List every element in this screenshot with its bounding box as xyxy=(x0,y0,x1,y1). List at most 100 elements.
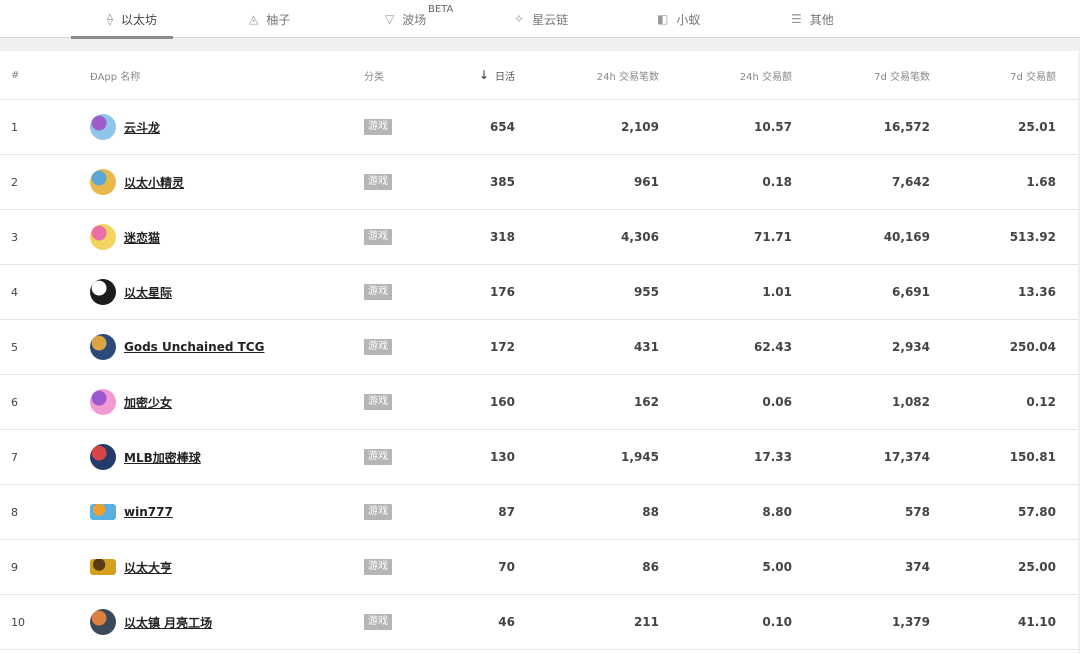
rank-cell: 3 xyxy=(11,230,18,244)
tab-neo[interactable]: ◧ 小蚁 xyxy=(657,0,700,38)
sprite-avatar xyxy=(90,169,116,195)
rank-cell: 8 xyxy=(11,505,18,519)
sort-desc-icon: ↓ xyxy=(478,68,489,82)
vol7-cell: 0.12 xyxy=(1026,395,1056,409)
dau-cell: 385 xyxy=(489,175,515,189)
cat-avatar xyxy=(90,224,116,250)
category-badge[interactable]: 游戏 xyxy=(364,559,392,575)
tx7-cell: 1,379 xyxy=(892,615,930,629)
rank-cell: 7 xyxy=(11,450,18,464)
star-avatar xyxy=(90,279,116,305)
dau-cell: 87 xyxy=(498,505,515,519)
dapp-name-link[interactable]: win777 xyxy=(124,505,173,519)
header-name[interactable]: ÐApp 名称 xyxy=(90,51,140,99)
vol7-cell: 1.68 xyxy=(1026,175,1056,189)
tx24-cell: 955 xyxy=(633,285,659,299)
category-badge[interactable]: 游戏 xyxy=(364,229,392,245)
header-7d-tx[interactable]: 7d 交易笔数 xyxy=(874,51,930,99)
vol24-cell: 1.01 xyxy=(762,285,792,299)
name-cell: 以太星际 xyxy=(90,265,172,319)
category-cell: 游戏 xyxy=(364,210,392,264)
tx7-cell: 2,934 xyxy=(892,340,930,354)
dau-cell: 160 xyxy=(489,395,515,409)
tycoon-logo xyxy=(90,559,116,575)
category-badge[interactable]: 游戏 xyxy=(364,449,392,465)
table-row: 1 云斗龙 游戏 654 2,109 10.57 16,572 25.01 xyxy=(0,100,1078,155)
table-row: 2 以太小精灵 游戏 385 961 0.18 7,642 1.68 xyxy=(0,155,1078,210)
rank-cell: 1 xyxy=(11,120,18,134)
tx24-cell: 86 xyxy=(642,560,659,574)
rank-cell: 5 xyxy=(11,340,18,354)
tx24-cell: 211 xyxy=(633,615,659,629)
menu-icon: ☰ xyxy=(791,12,802,26)
table-row: 7 MLB加密棒球 游戏 130 1,945 17.33 17,374 150.81 xyxy=(0,430,1078,485)
category-badge[interactable]: 游戏 xyxy=(364,339,392,355)
tab-menu[interactable]: ☰ 其他 xyxy=(791,0,834,38)
baseball-avatar xyxy=(90,444,116,470)
vol24-cell: 5.00 xyxy=(762,560,792,574)
dapp-name-link[interactable]: Gods Unchained TCG xyxy=(124,340,264,354)
header-dau[interactable]: ↓ 日活 xyxy=(479,51,515,99)
category-badge[interactable]: 游戏 xyxy=(364,504,392,520)
vol24-cell: 0.18 xyxy=(762,175,792,189)
category-badge[interactable]: 游戏 xyxy=(364,394,392,410)
vol24-cell: 17.33 xyxy=(754,450,792,464)
vol7-cell: 250.04 xyxy=(1009,340,1056,354)
tab-nebulas[interactable]: ✧ 星云链 xyxy=(514,0,568,38)
tab-ethereum[interactable]: ⟠ 以太坊 xyxy=(71,0,173,39)
category-cell: 游戏 xyxy=(364,485,392,539)
dapp-name-link[interactable]: 以太小精灵 xyxy=(124,174,184,191)
dau-cell: 130 xyxy=(489,450,515,464)
dapp-name-link[interactable]: 以太镇 月亮工场 xyxy=(124,614,212,631)
tx24-cell: 961 xyxy=(633,175,659,189)
category-badge[interactable]: 游戏 xyxy=(364,614,392,630)
tx24-cell: 431 xyxy=(633,340,659,354)
dau-cell: 70 xyxy=(498,560,515,574)
dapp-name-link[interactable]: MLB加密棒球 xyxy=(124,449,201,466)
header-category[interactable]: 分类 xyxy=(364,51,384,99)
header-7d-volume[interactable]: 7d 交易额 xyxy=(1010,51,1056,99)
tron-icon: ▽ xyxy=(385,12,395,26)
vol7-cell: 57.80 xyxy=(1018,505,1056,519)
name-cell: 加密少女 xyxy=(90,375,172,429)
tx7-cell: 1,082 xyxy=(892,395,930,409)
category-badge[interactable]: 游戏 xyxy=(364,284,392,300)
name-cell: 以太大亨 xyxy=(90,540,172,594)
dapp-name-link[interactable]: 云斗龙 xyxy=(124,119,160,136)
category-cell: 游戏 xyxy=(364,375,392,429)
dapp-name-link[interactable]: 迷恋猫 xyxy=(124,229,160,246)
tab-eos[interactable]: ◬ 柚子 xyxy=(249,0,290,38)
tx7-cell: 374 xyxy=(904,560,930,574)
header-rank: # xyxy=(11,69,20,81)
category-cell: 游戏 xyxy=(364,265,392,319)
dapp-name-link[interactable]: 以太星际 xyxy=(124,284,172,301)
rank-cell: 6 xyxy=(11,395,18,409)
tx7-cell: 578 xyxy=(904,505,930,519)
tx24-cell: 4,306 xyxy=(621,230,659,244)
neo-icon: ◧ xyxy=(657,12,669,26)
tx24-cell: 1,945 xyxy=(621,450,659,464)
dapp-name-link[interactable]: 加密少女 xyxy=(124,394,172,411)
dapp-name-link[interactable]: 以太大亨 xyxy=(124,559,172,576)
girl-avatar xyxy=(90,389,116,415)
vol24-cell: 8.80 xyxy=(762,505,792,519)
category-badge[interactable]: 游戏 xyxy=(364,174,392,190)
vol7-cell: 41.10 xyxy=(1018,615,1056,629)
tx24-cell: 2,109 xyxy=(621,120,659,134)
header-24h-tx[interactable]: 24h 交易笔数 xyxy=(597,51,659,99)
table-row: 5 Gods Unchained TCG 游戏 172 431 62.43 2,934 250… xyxy=(0,320,1078,375)
ethereum-icon: ⟠ xyxy=(107,12,113,26)
tab-tron[interactable]: ▽ 波场 BETA xyxy=(385,0,453,38)
beta-tag: BETA xyxy=(428,4,454,15)
win777-logo xyxy=(90,504,116,520)
header-24h-volume[interactable]: 24h 交易额 xyxy=(740,51,792,99)
rank-cell: 9 xyxy=(11,560,18,574)
tx7-cell: 6,691 xyxy=(892,285,930,299)
tab-label: 波场 xyxy=(402,12,427,27)
tx24-cell: 88 xyxy=(642,505,659,519)
dau-cell: 46 xyxy=(498,615,515,629)
category-cell: 游戏 xyxy=(364,320,392,374)
vol7-cell: 13.36 xyxy=(1018,285,1056,299)
name-cell: 以太小精灵 xyxy=(90,155,184,209)
category-badge[interactable]: 游戏 xyxy=(364,119,392,135)
